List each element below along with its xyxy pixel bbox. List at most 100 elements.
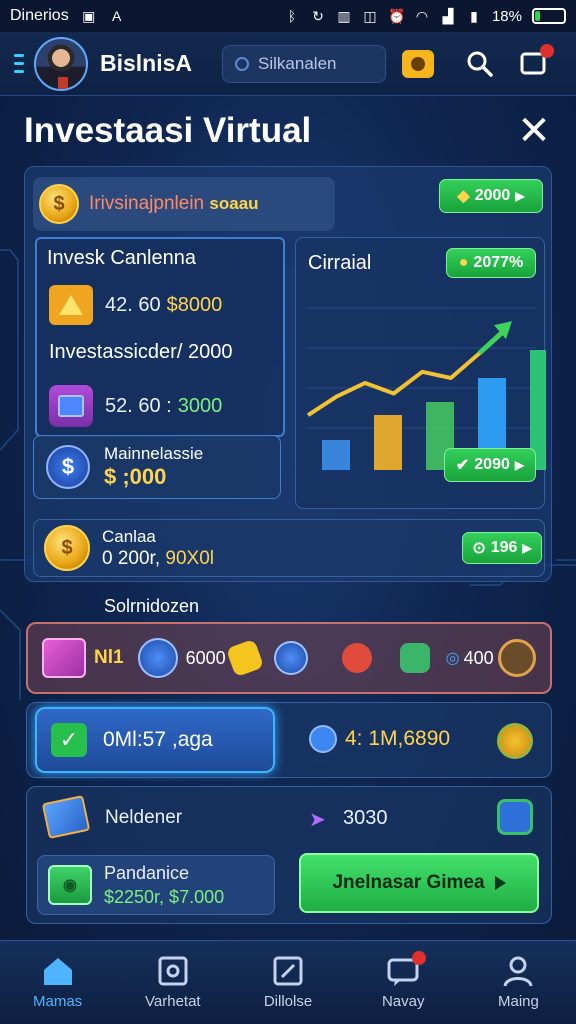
nfc-icon: ▥ (337, 8, 351, 24)
notification-button[interactable] (514, 43, 555, 84)
timer-icon[interactable] (498, 639, 536, 677)
warning-icon (49, 285, 93, 325)
shield-gear-icon[interactable] (497, 799, 533, 835)
token-icon: ◎ (445, 650, 460, 667)
c-value-highlight: 90X0l (165, 548, 214, 569)
invest-row-1-value: $8000 (166, 293, 223, 316)
nav-item-market[interactable]: Varhetat (115, 941, 230, 1024)
nav-label: Navay (381, 993, 425, 1010)
send-icon: ➤ (309, 809, 326, 831)
leaf-icon[interactable] (399, 643, 430, 673)
banner-pill-button[interactable]: ◆ 2000 ▶ (439, 179, 543, 213)
bottom-card: Neldener ➤ 3030 ◉ Pandanice $2250r, $7.0… (26, 786, 552, 924)
magnifier-icon (467, 51, 493, 77)
search-input[interactable]: Silkanalen (222, 44, 387, 83)
invest-panel: Invesk Canlenna 42. 60 $8000 Investassic… (35, 237, 285, 437)
user-icon (503, 956, 533, 987)
image-icon: ▣ (82, 8, 96, 24)
globe-icon (309, 725, 337, 753)
font-icon: A (112, 8, 122, 24)
chevron-right-icon: ▶ (515, 189, 525, 203)
alarm-icon: ⏰ (387, 8, 406, 24)
inventory-item-2: 6000 (185, 647, 226, 668)
nav-label: Maing (497, 993, 539, 1010)
start-game-label: Jnelnasar Gimea (332, 872, 485, 893)
nav-label: Mamas (33, 993, 83, 1010)
coin-icon: $ (39, 184, 79, 224)
nav-label: Dillolse (263, 993, 313, 1010)
fire-icon[interactable] (341, 643, 372, 673)
m-panel[interactable]: $ Mainnelassie $ ;000 (33, 435, 281, 499)
invest-subtitle: Investassicder/ 2000 (49, 341, 233, 363)
banner-label: Irivsinajpnlein (89, 193, 205, 214)
signal-icon: ▟ (442, 8, 454, 24)
search-icon (235, 56, 250, 71)
gift-icon[interactable] (42, 638, 86, 678)
chevron-right-icon: ▶ (522, 541, 532, 555)
c-value: 0 200r, (102, 548, 161, 569)
camera-icon[interactable] (402, 49, 435, 78)
nav-item-messages[interactable]: Navay (346, 941, 461, 1024)
notepad-icon (41, 795, 91, 839)
coin-icon: $ (44, 525, 90, 571)
c-text: Canlaa 0 200r, 90X0l (102, 526, 214, 570)
pending-value: $2250r, $7.000 (104, 887, 225, 907)
start-game-button[interactable]: Jnelnasar Gimea (299, 853, 539, 913)
invest-row-2-value: 3000 (177, 394, 223, 417)
sound-icon: ◫ (363, 8, 377, 24)
invest-row-1[interactable]: 42. 60 $8000 (49, 285, 222, 325)
search-small-icon: ⊙ (472, 540, 486, 557)
check-icon: ✔ (455, 457, 470, 474)
chart-bottom-pill[interactable]: ✔ 2090 ▶ (444, 448, 536, 482)
c-panel[interactable]: $ Canlaa 0 200r, 90X0l ⊙ 196 ▶ (33, 519, 545, 577)
invest-row-1-prefix: 42. 60 (105, 293, 161, 316)
section-label: Solrnidozen (104, 596, 200, 616)
badge-icon[interactable] (273, 641, 308, 675)
c-pill-label: 196 (490, 539, 518, 556)
page-title: Investaasi Virtual (24, 111, 312, 150)
bottom-nav: Mamas Varhetat Dillolse Navay Maing (0, 940, 576, 1024)
note-label: Neldener (105, 807, 183, 828)
banner-text: Irivsinajpnlein soaau (89, 193, 259, 215)
balance-secondary: 4: 1M,6890 (345, 727, 451, 750)
camera-frame-icon (158, 956, 188, 986)
nav-label: Varhetat (145, 993, 201, 1010)
close-icon[interactable]: ✕ (514, 111, 554, 151)
chart-bar (374, 415, 402, 470)
banner[interactable]: $ Irivsinajpnlein soaau (33, 177, 335, 231)
nav-item-home[interactable]: Mamas (0, 941, 115, 1024)
home-icon (43, 958, 72, 985)
app-header: BislnisA Silkanalen (0, 32, 576, 96)
invest-row-2[interactable]: 52. 60 : 3000 (49, 385, 222, 427)
title-row: Investaasi Virtual ✕ (24, 108, 554, 154)
bluetooth-icon: ᛒ (287, 8, 297, 24)
pending-box[interactable]: ◉ Pandanice $2250r, $7.000 (37, 855, 275, 915)
m-label: Mainnelassie (104, 444, 204, 463)
notification-badge (540, 43, 555, 58)
note-value: 3030 (343, 807, 388, 829)
c-pill-button[interactable]: ⊙ 196 ▶ (462, 532, 542, 564)
battery-percent: 18% (491, 7, 522, 25)
balance-box[interactable]: ✓ 0Ml:57 ,aga (35, 707, 275, 773)
nav-item-profile[interactable]: Maing (461, 941, 576, 1024)
wallet-check-icon: ✓ (51, 723, 87, 757)
pending-label: Pandanice (104, 863, 190, 883)
inventory-item-3: 400 (463, 647, 494, 668)
tag-icon: ◆ (457, 188, 470, 205)
nav-item-dividends[interactable]: Dillolse (230, 941, 345, 1024)
nav-badge (411, 951, 426, 965)
lock-icon: ▮ (470, 8, 478, 24)
investment-card: $ Irivsinajpnlein soaau ◆ 2000 ▶ Invesk … (24, 166, 552, 582)
invest-panel-title: Invesk Canlenna (47, 247, 196, 269)
ticket-icon[interactable] (225, 638, 264, 678)
m-text: Mainnelassie $ ;000 (104, 444, 203, 490)
avatar[interactable] (34, 36, 88, 91)
currency-icon: $ (46, 445, 90, 489)
search-button[interactable] (460, 44, 500, 84)
menu-icon[interactable] (14, 54, 24, 73)
shield-icon[interactable] (137, 638, 178, 678)
search-placeholder: Silkanalen (258, 53, 337, 73)
gear-icon[interactable] (497, 723, 533, 759)
balance-main: 0Ml:57 ,aga (103, 728, 213, 751)
wifi-icon: ◠ (415, 8, 429, 24)
